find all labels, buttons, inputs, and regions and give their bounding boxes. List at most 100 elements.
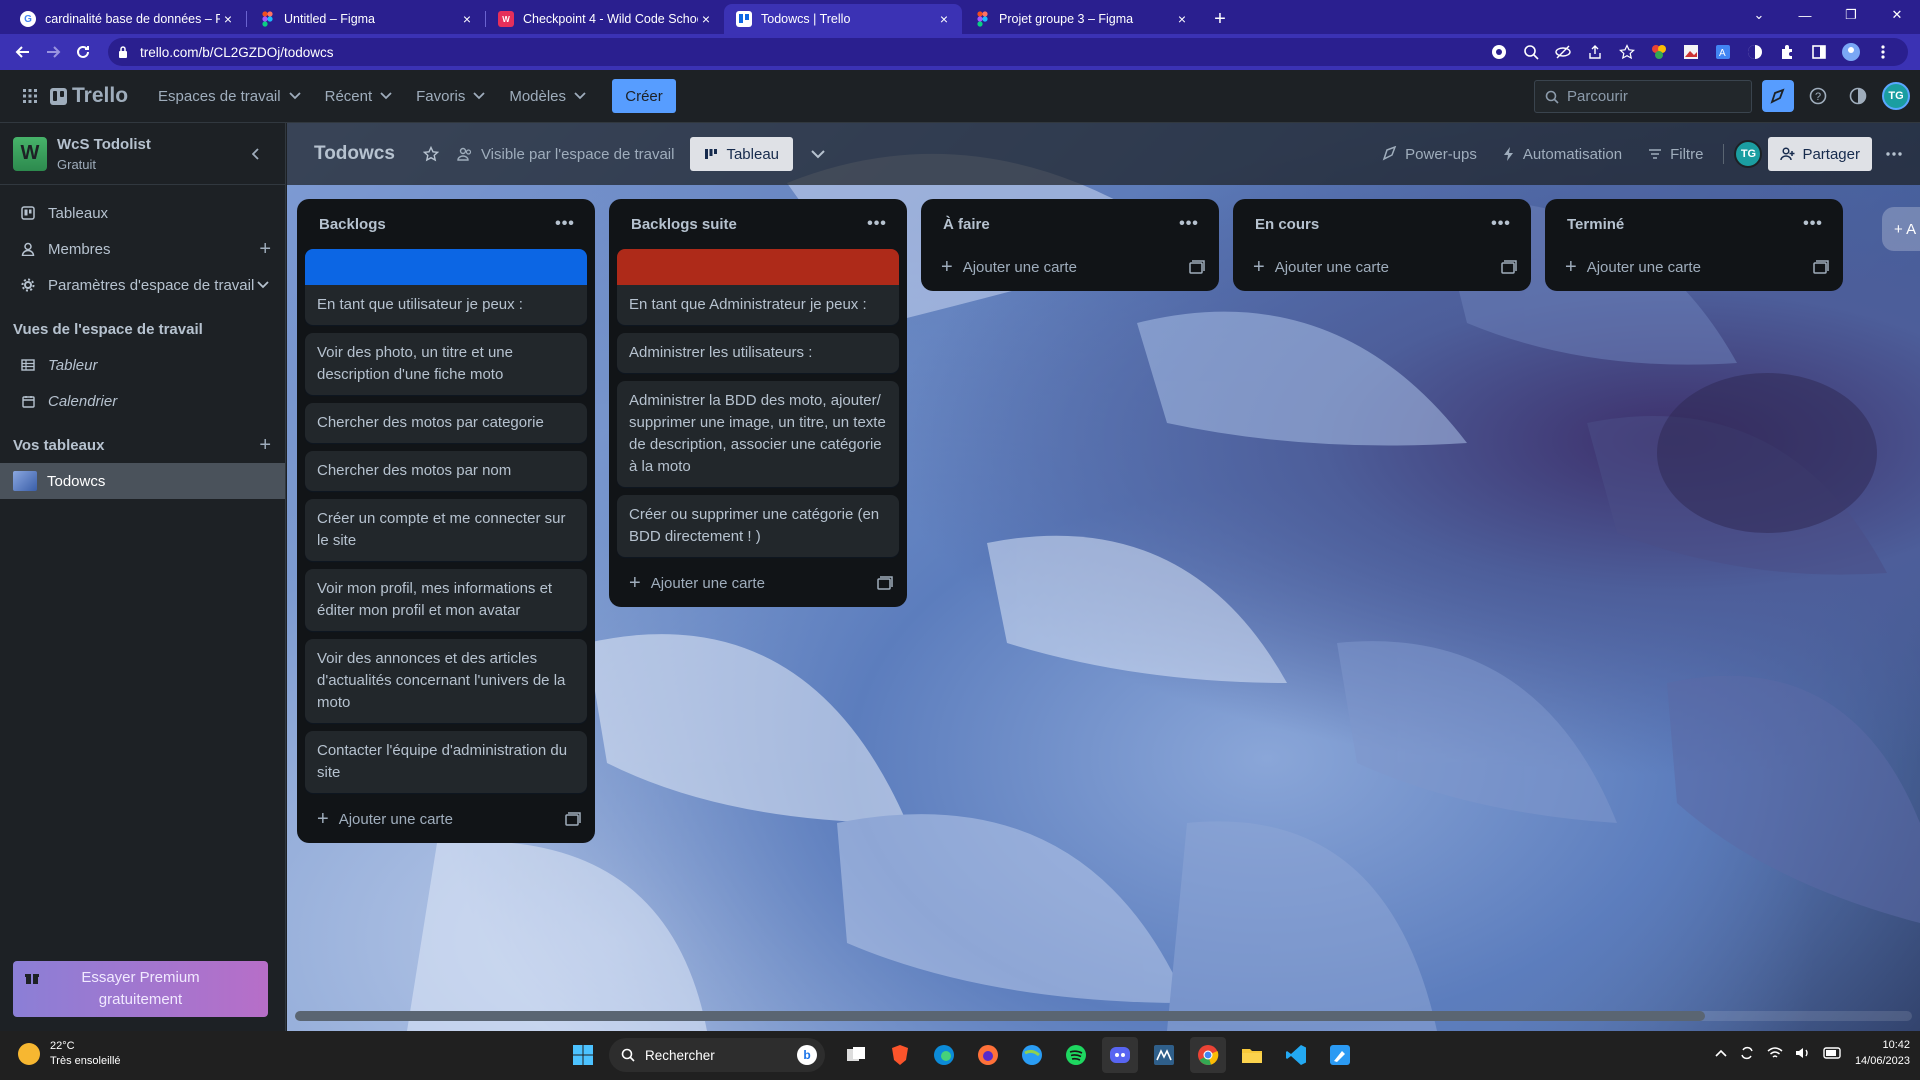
- card[interactable]: En tant que utilisateur je peux :: [305, 285, 587, 325]
- browser-tab[interactable]: Projet groupe 3 – Figma ×: [962, 4, 1200, 34]
- board-view-tab[interactable]: Tableau: [690, 137, 794, 171]
- automation-button[interactable]: Automatisation: [1493, 138, 1632, 170]
- file-explorer-icon[interactable]: [1234, 1037, 1270, 1073]
- sync-icon[interactable]: [1739, 1045, 1755, 1061]
- card-cover[interactable]: [305, 249, 587, 285]
- menu-templates[interactable]: Modèles: [497, 80, 598, 112]
- close-tab-icon[interactable]: ×: [1174, 11, 1190, 27]
- card[interactable]: Chercher des motos par categorie: [305, 403, 587, 443]
- view-switcher-button[interactable]: [801, 138, 835, 170]
- board-title[interactable]: Todowcs: [314, 143, 395, 165]
- trello-logo[interactable]: Trello: [50, 84, 128, 108]
- create-button[interactable]: Créer: [612, 79, 677, 113]
- address-bar[interactable]: trello.com/b/CL2GZDOj/todowcs A: [108, 38, 1908, 66]
- tab-search-icon[interactable]: ⌄: [1736, 0, 1782, 30]
- add-card-button[interactable]: + Ajouter une carte: [617, 565, 899, 601]
- theme-icon[interactable]: [1842, 80, 1874, 112]
- battery-icon[interactable]: [1823, 1047, 1843, 1059]
- card-cover[interactable]: [617, 249, 899, 285]
- list-en-cours[interactable]: En cours ••• + Ajouter une carte: [1233, 199, 1531, 291]
- list-header[interactable]: Backlogs •••: [305, 207, 587, 241]
- side-panel-icon[interactable]: [1804, 38, 1834, 66]
- back-button[interactable]: [8, 37, 38, 67]
- eye-off-icon[interactable]: [1548, 38, 1578, 66]
- sidebar-item-settings[interactable]: Paramètres d'espace de travail: [0, 267, 285, 303]
- browser-tab[interactable]: Untitled – Figma ×: [247, 4, 485, 34]
- add-board-icon[interactable]: +: [259, 434, 271, 457]
- sidebar-item-table-view[interactable]: Tableur: [0, 347, 285, 383]
- card[interactable]: Créer un compte et me connecter sur le s…: [305, 499, 587, 561]
- list-menu-icon[interactable]: •••: [1799, 215, 1827, 233]
- lock-icon[interactable]: [118, 46, 128, 58]
- card[interactable]: Chercher des motos par nom: [305, 451, 587, 491]
- add-list-button[interactable]: + A: [1882, 207, 1920, 251]
- powerups-button[interactable]: Power-ups: [1371, 138, 1487, 170]
- restore-button[interactable]: ❐: [1828, 0, 1874, 30]
- minimize-button[interactable]: —: [1782, 0, 1828, 30]
- help-icon[interactable]: ?: [1802, 80, 1834, 112]
- board-member-avatar[interactable]: TG: [1734, 140, 1763, 168]
- profile-icon[interactable]: [1836, 38, 1866, 66]
- list-menu-icon[interactable]: •••: [1175, 215, 1203, 233]
- list-header[interactable]: En cours •••: [1241, 207, 1523, 241]
- add-member-icon[interactable]: +: [259, 238, 271, 261]
- list-title[interactable]: Backlogs suite: [631, 216, 737, 233]
- try-premium-button[interactable]: Essayer Premium gratuitement: [13, 961, 268, 1017]
- sidebar-item-boards[interactable]: Tableaux: [0, 195, 285, 231]
- workspace-name[interactable]: WcS Todolist: [57, 136, 151, 153]
- board-menu-button[interactable]: [1878, 138, 1910, 170]
- close-tab-icon[interactable]: ×: [220, 11, 236, 27]
- paint-app-icon[interactable]: [1322, 1037, 1358, 1073]
- card-template-icon[interactable]: [877, 576, 893, 590]
- card[interactable]: Contacter l'équipe d'administration du s…: [305, 731, 587, 793]
- list-menu-icon[interactable]: •••: [863, 215, 891, 233]
- extension-image-icon[interactable]: [1676, 38, 1706, 66]
- collapse-sidebar-button[interactable]: [240, 138, 272, 170]
- add-card-button[interactable]: + Ajouter une carte: [1553, 249, 1835, 285]
- search-input[interactable]: Parcourir: [1534, 80, 1752, 113]
- browser-tab[interactable]: W Checkpoint 4 - Wild Code School ×: [486, 4, 724, 34]
- browser-tab-active[interactable]: Todowcs | Trello ×: [724, 4, 962, 34]
- horizontal-scrollbar-thumb[interactable]: [295, 1011, 1705, 1021]
- windows-start-icon[interactable]: [565, 1037, 601, 1073]
- visibility-button[interactable]: Visible par l'espace de travail: [447, 138, 685, 170]
- add-card-button[interactable]: + Ajouter une carte: [929, 249, 1211, 285]
- card[interactable]: Administrer la BDD des moto, ajouter/ su…: [617, 381, 899, 487]
- close-tab-icon[interactable]: ×: [459, 11, 475, 27]
- star-board-button[interactable]: [415, 138, 447, 170]
- share-button[interactable]: Partager: [1768, 137, 1872, 171]
- list-title[interactable]: Terminé: [1567, 216, 1624, 233]
- menu-recent[interactable]: Récent: [313, 80, 405, 112]
- user-avatar[interactable]: TG: [1882, 82, 1910, 110]
- clock[interactable]: 10:42 14/06/2023: [1855, 1037, 1910, 1069]
- sidebar-item-calendar-view[interactable]: Calendrier: [0, 383, 285, 419]
- firefox-icon[interactable]: [970, 1037, 1006, 1073]
- task-view-icon[interactable]: [838, 1037, 874, 1073]
- notifications-icon[interactable]: [1762, 80, 1794, 112]
- globe-app-icon[interactable]: [1014, 1037, 1050, 1073]
- card-template-icon[interactable]: [1501, 260, 1517, 274]
- filter-button[interactable]: Filtre: [1638, 138, 1713, 170]
- puzzle-icon[interactable]: [1772, 38, 1802, 66]
- more-vert-icon[interactable]: [1868, 38, 1898, 66]
- google-lens-icon[interactable]: [1484, 38, 1514, 66]
- weather-widget[interactable]: 22°C Très ensoleillé: [18, 1039, 121, 1069]
- reload-button[interactable]: [68, 37, 98, 67]
- taskbar-search[interactable]: Rechercher b: [609, 1038, 825, 1072]
- card[interactable]: Créer ou supprimer une catégorie (en BDD…: [617, 495, 899, 557]
- extension-color-icon[interactable]: [1644, 38, 1674, 66]
- extension-dark-icon[interactable]: [1740, 38, 1770, 66]
- list-header[interactable]: À faire •••: [929, 207, 1211, 241]
- volume-icon[interactable]: [1795, 1046, 1811, 1060]
- add-card-button[interactable]: + Ajouter une carte: [305, 801, 587, 837]
- list-menu-icon[interactable]: •••: [551, 215, 579, 233]
- brave-icon[interactable]: [882, 1037, 918, 1073]
- card[interactable]: Voir mon profil, mes informations et édi…: [305, 569, 587, 631]
- card-template-icon[interactable]: [565, 812, 581, 826]
- list-backlogs[interactable]: Backlogs ••• En tant que utilisateur je …: [297, 199, 595, 843]
- add-card-button[interactable]: + Ajouter une carte: [1241, 249, 1523, 285]
- spotify-icon[interactable]: [1058, 1037, 1094, 1073]
- zoom-icon[interactable]: [1516, 38, 1546, 66]
- list-header[interactable]: Backlogs suite •••: [617, 207, 899, 241]
- mysql-workbench-icon[interactable]: [1146, 1037, 1182, 1073]
